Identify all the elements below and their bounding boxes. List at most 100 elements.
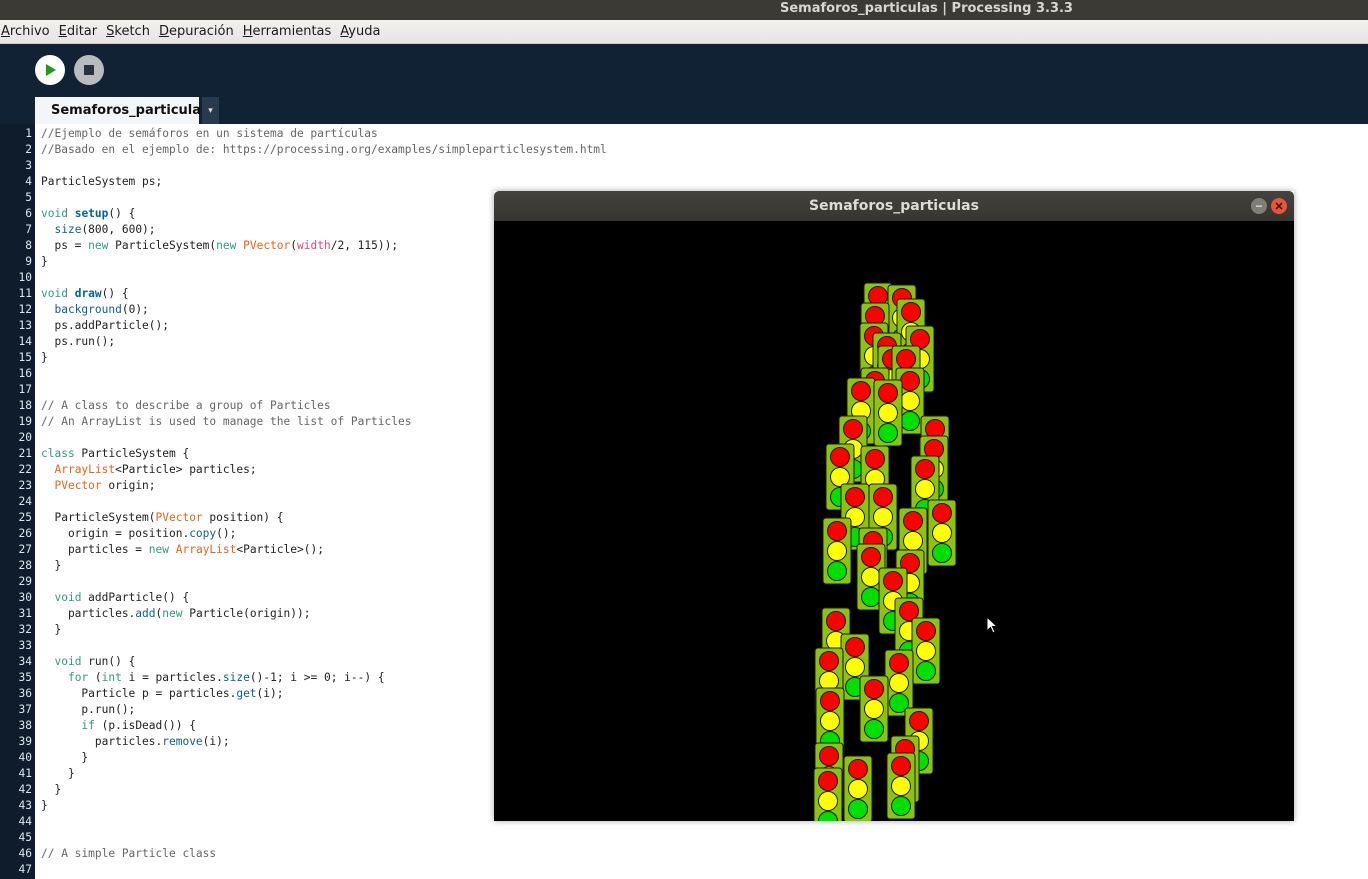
sketch-window-title: Semaforos_particulas [809, 198, 979, 214]
line-number: 12 [18, 303, 32, 316]
code-text: } [41, 623, 62, 636]
line-number: 31 [18, 607, 32, 620]
sketch-window-titlebar[interactable]: Semaforos_particulas [494, 191, 1294, 221]
menu-herramientas[interactable]: Herramientas [243, 24, 332, 39]
code-line[interactable]: 45 [0, 830, 1368, 846]
code-text: // A class to describe a group of Partic… [41, 399, 331, 412]
line-number: 28 [18, 559, 32, 572]
code-text: origin = position.copy(); [41, 527, 237, 540]
minimize-button[interactable] [1251, 198, 1267, 214]
code-text: if (p.isDead()) { [81, 719, 196, 732]
code-text: ps = new ParticleSystem(new PVector(widt… [41, 239, 399, 252]
line-number: 9 [25, 255, 32, 268]
line-number: 5 [25, 191, 32, 204]
menu-sketch[interactable]: Sketch [106, 24, 150, 39]
line-number: 41 [18, 767, 32, 780]
line-number: 14 [18, 335, 32, 348]
line-number: 25 [18, 511, 32, 524]
line-number: 4 [25, 175, 32, 188]
line-number: 7 [25, 223, 32, 236]
menu-depuracion[interactable]: Depuración [159, 24, 234, 39]
tab-semaforos-particulas[interactable]: Semaforos_particulas [35, 97, 209, 124]
code-text: } [41, 767, 75, 780]
traffic-light-particle [911, 617, 941, 685]
line-number: 34 [18, 655, 32, 668]
traffic-light-particle [886, 752, 916, 820]
code-text: particles = new ArrayList<Particle>(); [41, 543, 324, 556]
line-number: 37 [18, 703, 32, 716]
line-number: 38 [18, 719, 32, 732]
menu-ayuda[interactable]: Ayuda [340, 24, 380, 39]
code-text: void draw() { [41, 287, 129, 300]
code-text: } [41, 751, 89, 764]
traffic-light-particle [873, 379, 903, 447]
line-number: 3 [25, 159, 32, 172]
line-number: 24 [18, 495, 32, 508]
line-number: 26 [18, 527, 32, 540]
code-text: size(800, 600); [54, 223, 156, 236]
close-icon [1275, 202, 1283, 210]
line-number: 2 [25, 143, 32, 156]
line-number: 8 [25, 239, 32, 252]
line-number: 43 [18, 799, 32, 812]
code-line[interactable]: 46 // A simple Particle class [0, 846, 1368, 862]
stop-button[interactable] [74, 55, 104, 85]
line-number: 16 [18, 367, 32, 380]
line-number: 1 [25, 127, 32, 140]
line-number: 21 [18, 447, 32, 460]
line-number: 39 [18, 735, 32, 748]
code-line[interactable]: 3 [0, 158, 1368, 174]
mouse-cursor-icon [986, 616, 998, 634]
tab-menu-button[interactable]: ▾ [202, 97, 219, 124]
sketch-window[interactable]: Semaforos_particulas [494, 191, 1294, 821]
line-number: 23 [18, 479, 32, 492]
play-icon [46, 64, 56, 76]
menu-editar[interactable]: Editar [59, 24, 98, 39]
code-text: } [41, 783, 62, 796]
traffic-light-particle [884, 649, 914, 717]
code-text: } [41, 559, 62, 572]
line-number: 44 [18, 815, 32, 828]
code-text: background(0); [54, 303, 149, 316]
code-line[interactable]: 1 //Ejemplo de semáforos en un sistema de… [0, 126, 1368, 142]
line-number: 40 [18, 751, 32, 764]
line-number: 19 [18, 415, 32, 428]
code-text: // An ArrayList is used to manage the li… [41, 415, 412, 428]
line-number: 45 [18, 831, 32, 844]
code-line[interactable]: 47 [0, 862, 1368, 878]
code-text: // A simple Particle class [41, 847, 217, 860]
traffic-light-particle [813, 767, 843, 821]
code-text: ps.run(); [41, 335, 116, 348]
close-button[interactable] [1271, 198, 1287, 214]
sketch-canvas[interactable] [494, 221, 1294, 821]
code-text: Particle p = particles.get(i); [41, 687, 284, 700]
line-number: 22 [18, 463, 32, 476]
traffic-light-particle [927, 499, 957, 567]
code-text: particles.add(new Particle(origin)); [41, 607, 311, 620]
line-number: 29 [18, 575, 32, 588]
line-number: 47 [18, 863, 32, 876]
line-number: 11 [18, 287, 32, 300]
code-line[interactable]: 4 ParticleSystem ps; [0, 174, 1368, 190]
line-number: 30 [18, 591, 32, 604]
code-text: //Basado en el ejemplo de: https://proce… [41, 143, 607, 156]
minimize-icon [1256, 205, 1262, 207]
line-number: 17 [18, 383, 32, 396]
line-number: 32 [18, 623, 32, 636]
code-text: void addParticle() { [54, 591, 190, 604]
title-bar: Semaforos_particulas | Processing 3.3.3 [0, 0, 1368, 20]
run-button[interactable] [35, 55, 65, 85]
menu-archivo[interactable]: Archivo [1, 24, 50, 39]
line-number: 36 [18, 687, 32, 700]
line-number: 42 [18, 783, 32, 796]
code-text: for (int i = particles.size()-1; i >= 0;… [67, 671, 385, 684]
code-line[interactable]: 2 //Basado en el ejemplo de: https://proc… [0, 142, 1368, 158]
line-number: 46 [18, 847, 32, 860]
particle-canvas [813, 282, 957, 821]
line-number: 10 [18, 271, 32, 284]
code-text: void setup() { [41, 207, 136, 220]
code-text: ps.addParticle(); [41, 319, 169, 332]
line-number: 18 [18, 399, 32, 412]
code-text: ArrayList<Particle> particles; [54, 463, 257, 476]
code-text: class ParticleSystem { [41, 447, 190, 460]
